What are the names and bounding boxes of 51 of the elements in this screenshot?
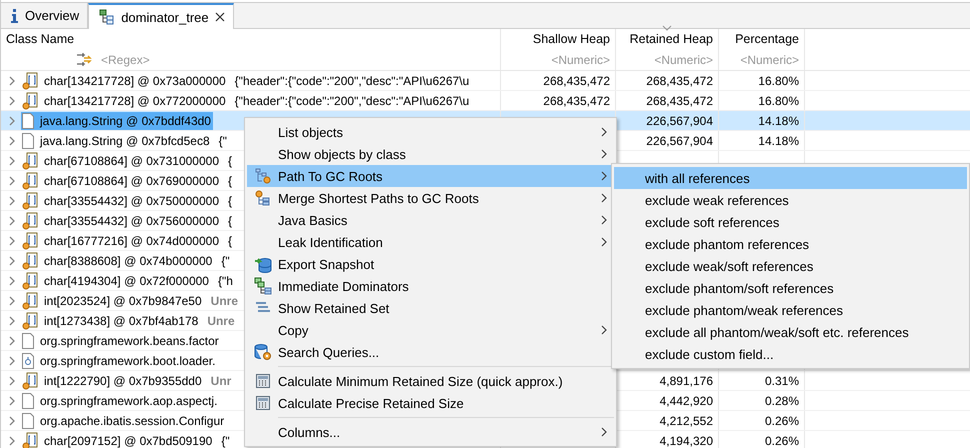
object-detail: Unr	[210, 374, 232, 388]
class-name: java.lang.String @ 0x7bfcd5ec8	[40, 134, 210, 148]
table-cell: 4,212,552	[660, 414, 713, 428]
object-detail: {"header":{"code":"200","desc":"API\u6267\u	[234, 94, 470, 108]
class-name: int[1273438] @ 0x7bf4ab178	[44, 314, 198, 328]
table-cell: 14.18%	[758, 134, 799, 148]
object-detail: Unre	[210, 294, 238, 308]
table-cell: 0.26%	[764, 414, 799, 428]
object-detail: {	[228, 154, 232, 168]
table-cell: 226,567,904	[646, 114, 713, 128]
class-name: org.springframework.beans.factor	[40, 334, 219, 348]
table-cell: 4,891,176	[660, 374, 713, 388]
object-detail: {	[228, 234, 232, 248]
class-name: char[67108864] @ 0x769000000	[44, 174, 219, 188]
table-cell: 0.26%	[764, 434, 799, 448]
class-name: char[33554432] @ 0x756000000	[44, 214, 219, 228]
table-cell: 16.80%	[758, 94, 799, 108]
object-detail: {"header":{"code":"200","desc":"API\u6267\u	[234, 74, 470, 88]
object-detail: {"	[221, 434, 230, 448]
class-name: int[1222790] @ 0x7b9355dd0	[44, 374, 202, 388]
table-cell: 4,194,320	[660, 434, 713, 448]
object-detail: {"	[218, 134, 227, 148]
object-detail: {"	[221, 254, 230, 268]
class-name: org.apache.ibatis.session.Configur	[40, 414, 224, 428]
object-detail: {"h	[218, 274, 233, 288]
table-cell: 268,435,472	[646, 74, 713, 88]
class-name: char[8388608] @ 0x74b000000	[44, 254, 212, 268]
table-cell: 4,442,920	[660, 394, 713, 408]
table-cell: 226,567,904	[646, 134, 713, 148]
table-cell: 268,435,472	[646, 94, 713, 108]
table-cell: 268,435,472	[543, 74, 610, 88]
class-name: char[134217728] @ 0x73a000000	[44, 74, 226, 88]
table-cell: 0.31%	[764, 374, 799, 388]
class-name: char[4194304] @ 0x72f000000	[44, 274, 209, 288]
table-cell: 268,435,472	[543, 94, 610, 108]
class-name: char[2097152] @ 0x7bd509190	[44, 434, 212, 448]
object-detail: {	[228, 214, 232, 228]
class-name: char[67108864] @ 0x731000000	[44, 154, 219, 168]
class-name: org.springframework.boot.loader.	[40, 354, 216, 368]
class-name: char[33554432] @ 0x750000000	[44, 194, 219, 208]
object-detail: {	[228, 174, 232, 188]
table-cell: 0.28%	[764, 394, 799, 408]
class-name: java.lang.String @ 0x7bddf43d0	[40, 114, 211, 128]
object-detail: {	[228, 194, 232, 208]
object-detail: Unre	[207, 314, 235, 328]
class-name: char[134217728] @ 0x772000000	[44, 94, 226, 108]
class-name: char[16777216] @ 0x74d000000	[44, 234, 219, 248]
table-cell: 14.18%	[758, 114, 799, 128]
class-name: int[2023524] @ 0x7b9847e50	[44, 294, 202, 308]
class-name: org.springframework.aop.aspectj.	[40, 394, 218, 408]
table-cell: 16.80%	[758, 74, 799, 88]
